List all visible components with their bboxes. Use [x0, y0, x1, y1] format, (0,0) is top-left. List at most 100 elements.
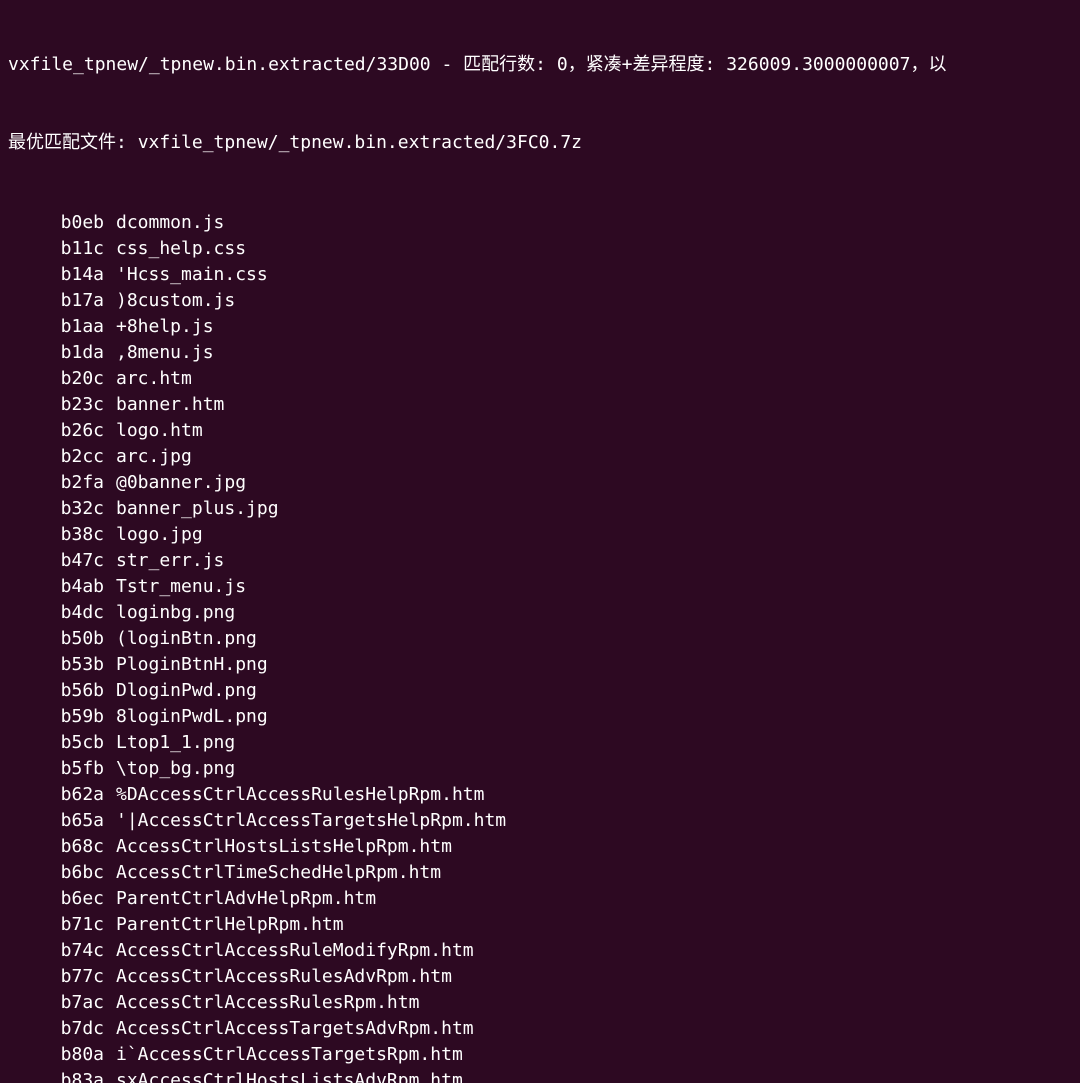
offset-value: b1da: [8, 340, 104, 366]
strings-row: b2cc arc.jpg: [8, 444, 1072, 470]
filename-value: str_err.js: [116, 548, 224, 574]
strings-row: b62a %DAccessCtrlAccessRulesHelpRpm.htm: [8, 782, 1072, 808]
offset-value: b5fb: [8, 756, 104, 782]
offset-value: b4dc: [8, 600, 104, 626]
filename-value: AccessCtrlTimeSchedHelpRpm.htm: [116, 860, 441, 886]
strings-list: b0eb dcommon.jsb11c css_help.cssb14a 'Hc…: [8, 210, 1072, 1083]
strings-row: b71c ParentCtrlHelpRpm.htm: [8, 912, 1072, 938]
filename-value: PloginBtnH.png: [116, 652, 268, 678]
offset-value: b62a: [8, 782, 104, 808]
offset-value: b17a: [8, 288, 104, 314]
offset-value: b71c: [8, 912, 104, 938]
offset-value: b11c: [8, 236, 104, 262]
filename-value: banner.htm: [116, 392, 224, 418]
offset-value: b68c: [8, 834, 104, 860]
strings-row: b32c banner_plus.jpg: [8, 496, 1072, 522]
match-value: 0: [557, 54, 568, 75]
offset-value: b4ab: [8, 574, 104, 600]
strings-row: b23c banner.htm: [8, 392, 1072, 418]
strings-row: b74c AccessCtrlAccessRuleModifyRpm.htm: [8, 938, 1072, 964]
filename-value: logo.htm: [116, 418, 203, 444]
offset-value: b6bc: [8, 860, 104, 886]
strings-row: b50b (loginBtn.png: [8, 626, 1072, 652]
offset-value: b38c: [8, 522, 104, 548]
filename-value: @0banner.jpg: [116, 470, 246, 496]
offset-value: b26c: [8, 418, 104, 444]
best-match-label: 最优匹配文件:: [8, 132, 138, 153]
filename-value: arc.jpg: [116, 444, 192, 470]
strings-row: b6bc AccessCtrlTimeSchedHelpRpm.htm: [8, 860, 1072, 886]
strings-row: b26c logo.htm: [8, 418, 1072, 444]
header-line-1: vxfile_tpnew/_tpnew.bin.extracted/33D00 …: [8, 52, 1072, 78]
strings-row: b4ab Tstr_menu.js: [8, 574, 1072, 600]
offset-value: b77c: [8, 964, 104, 990]
strings-row: b17a )8custom.js: [8, 288, 1072, 314]
strings-row: b5fb \top_bg.png: [8, 756, 1072, 782]
filename-value: AccessCtrlHostsListsHelpRpm.htm: [116, 834, 452, 860]
filename-value: AccessCtrlAccessTargetsAdvRpm.htm: [116, 1016, 474, 1042]
strings-row: b56b DloginPwd.png: [8, 678, 1072, 704]
strings-row: b6ec ParentCtrlAdvHelpRpm.htm: [8, 886, 1072, 912]
offset-value: b20c: [8, 366, 104, 392]
strings-row: b7ac AccessCtrlAccessRulesRpm.htm: [8, 990, 1072, 1016]
strings-row: b1da ,8menu.js: [8, 340, 1072, 366]
strings-row: b68c AccessCtrlHostsListsHelpRpm.htm: [8, 834, 1072, 860]
fuzzy-value: 326009.3000000007: [726, 54, 910, 75]
strings-row: b1aa +8help.js: [8, 314, 1072, 340]
offset-value: b7dc: [8, 1016, 104, 1042]
offset-value: b53b: [8, 652, 104, 678]
filename-value: i`AccessCtrlAccessTargetsRpm.htm: [116, 1042, 463, 1068]
offset-value: b59b: [8, 704, 104, 730]
filename-value: ,8menu.js: [116, 340, 214, 366]
offset-value: b5cb: [8, 730, 104, 756]
offset-value: b2fa: [8, 470, 104, 496]
filename-value: Tstr_menu.js: [116, 574, 246, 600]
offset-value: b74c: [8, 938, 104, 964]
header-path: vxfile_tpnew/_tpnew.bin.extracted/33D00: [8, 54, 431, 75]
filename-value: AccessCtrlAccessRulesRpm.htm: [116, 990, 419, 1016]
filename-value: \top_bg.png: [116, 756, 235, 782]
offset-value: b83a: [8, 1068, 104, 1083]
filename-value: )8custom.js: [116, 288, 235, 314]
filename-value: Ltop1_1.png: [116, 730, 235, 756]
strings-row: b14a 'Hcss_main.css: [8, 262, 1072, 288]
strings-row: b4dc loginbg.png: [8, 600, 1072, 626]
strings-row: b77c AccessCtrlAccessRulesAdvRpm.htm: [8, 964, 1072, 990]
offset-value: b80a: [8, 1042, 104, 1068]
strings-row: b2fa @0banner.jpg: [8, 470, 1072, 496]
filename-value: arc.htm: [116, 366, 192, 392]
filename-value: ParentCtrlAdvHelpRpm.htm: [116, 886, 376, 912]
fuzzy-label: 紧凑+差异程度:: [586, 54, 716, 75]
filename-value: AccessCtrlAccessRulesAdvRpm.htm: [116, 964, 452, 990]
offset-value: b6ec: [8, 886, 104, 912]
filename-value: %DAccessCtrlAccessRulesHelpRpm.htm: [116, 782, 484, 808]
offset-value: b56b: [8, 678, 104, 704]
filename-value: banner_plus.jpg: [116, 496, 279, 522]
strings-row: b47c str_err.js: [8, 548, 1072, 574]
strings-row: b53b PloginBtnH.png: [8, 652, 1072, 678]
strings-row: b11c css_help.css: [8, 236, 1072, 262]
filename-value: logo.jpg: [116, 522, 203, 548]
filename-value: +8help.js: [116, 314, 214, 340]
filename-value: 8loginPwdL.png: [116, 704, 268, 730]
offset-value: b23c: [8, 392, 104, 418]
filename-value: dcommon.js: [116, 210, 224, 236]
strings-row: b0eb dcommon.js: [8, 210, 1072, 236]
offset-value: b47c: [8, 548, 104, 574]
strings-row: b38c logo.jpg: [8, 522, 1072, 548]
filename-value: css_help.css: [116, 236, 246, 262]
filename-value: '|AccessCtrlAccessTargetsHelpRpm.htm: [116, 808, 506, 834]
terminal-output[interactable]: vxfile_tpnew/_tpnew.bin.extracted/33D00 …: [0, 0, 1080, 1083]
strings-row: b7dc AccessCtrlAccessTargetsAdvRpm.htm: [8, 1016, 1072, 1042]
filename-value: loginbg.png: [116, 600, 235, 626]
filename-value: 'Hcss_main.css: [116, 262, 268, 288]
offset-value: b7ac: [8, 990, 104, 1016]
filename-value: DloginPwd.png: [116, 678, 257, 704]
filename-value: ParentCtrlHelpRpm.htm: [116, 912, 344, 938]
filename-value: AccessCtrlAccessRuleModifyRpm.htm: [116, 938, 474, 964]
strings-row: b20c arc.htm: [8, 366, 1072, 392]
filename-value: sxAccessCtrlHostsListsAdvRpm.htm: [116, 1068, 463, 1083]
strings-row: b65a '|AccessCtrlAccessTargetsHelpRpm.ht…: [8, 808, 1072, 834]
best-match-value: vxfile_tpnew/_tpnew.bin.extracted/3FC0.7…: [138, 132, 582, 153]
strings-row: b83a sxAccessCtrlHostsListsAdvRpm.htm: [8, 1068, 1072, 1083]
